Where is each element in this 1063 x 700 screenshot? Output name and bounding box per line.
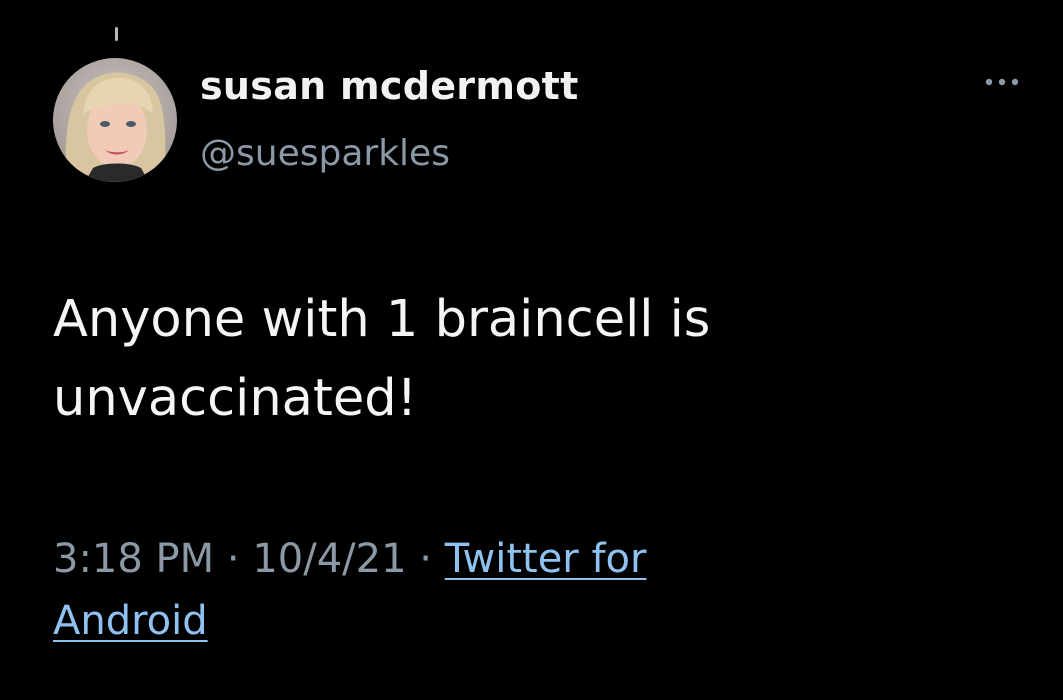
tweet-text: Anyone with 1 braincell is unvaccinated! [53, 280, 1033, 438]
separator-dot: · [226, 536, 240, 582]
tweet-metadata: 3:18 PM · 10/4/21 · Twitter for Android [53, 528, 646, 652]
tweet-text-line: unvaccinated! [53, 369, 418, 428]
tweet-text-line: Anyone with 1 braincell is [53, 290, 711, 349]
metadata-line: Android [53, 590, 646, 652]
tweet-date: 10/4/21 [252, 536, 407, 582]
user-handle[interactable]: @suesparkles [200, 131, 450, 177]
avatar-image [53, 58, 177, 182]
thread-connector-line [115, 27, 118, 41]
source-link-continued[interactable]: Android [53, 598, 208, 644]
tweet-time: 3:18 PM [53, 536, 215, 582]
more-horizontal-icon[interactable] [980, 70, 1024, 94]
display-name[interactable]: susan mcdermott [200, 62, 579, 110]
avatar[interactable] [53, 58, 177, 182]
metadata-line: 3:18 PM · 10/4/21 · Twitter for [53, 528, 646, 590]
separator-dot: · [419, 536, 432, 582]
source-link[interactable]: Twitter for [445, 536, 647, 582]
